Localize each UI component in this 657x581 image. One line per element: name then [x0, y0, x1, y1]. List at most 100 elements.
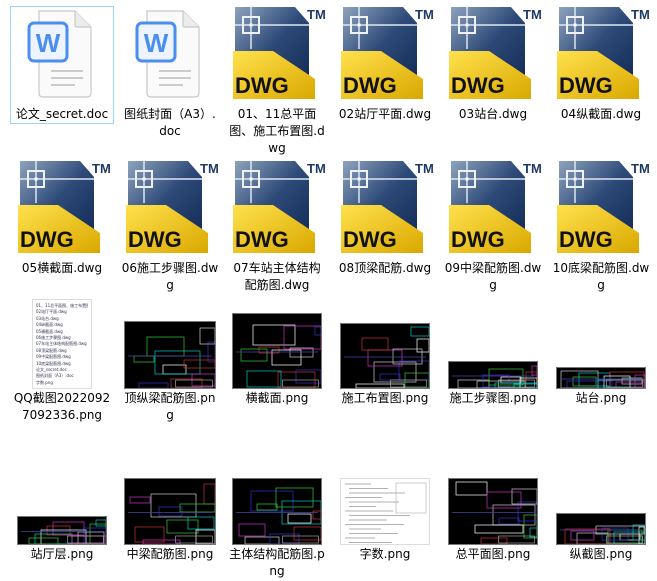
file-item[interactable]: DWG TM 10底梁配筋图.dwg [549, 158, 653, 295]
image-thumbnail [340, 323, 430, 389]
svg-text:DWG: DWG [128, 227, 182, 252]
file-item[interactable]: 主体结构配筋图.png [225, 468, 329, 581]
dwg-file-icon: DWG TM [341, 7, 434, 99]
file-name-label: 01、11总平面图、施工布置图.dwg [229, 107, 325, 155]
file-item[interactable]: DWG TM 07车站主体结构配筋图.dwg [225, 158, 329, 295]
cad-drawing-preview [21, 519, 107, 545]
file-name-label: 施工布置图.png [341, 391, 429, 405]
file-name-label: 06施工步骤图.dwg [121, 261, 219, 292]
thumbnail-list-entry: 字数.png [36, 379, 53, 385]
file-icon-area [119, 293, 221, 389]
file-item[interactable]: DWG TM 03站台.dwg [441, 6, 545, 124]
cad-drawing-preview [128, 327, 216, 389]
file-icon-area: 01、11总平面图、施工布置图.dwg02站厅平面.dwg03站台.dwg04纵… [11, 293, 113, 389]
file-name-label: QQ截图20220927092336.png [13, 391, 111, 422]
dwg-file-icon: DWG TM [18, 161, 111, 253]
dwg-file-icon: DWG TM [126, 161, 219, 253]
file-name-label: 03站台.dwg [458, 107, 528, 121]
file-icon-area [226, 293, 328, 389]
cad-drawing-preview [560, 524, 646, 545]
file-item[interactable]: 字数.png [333, 468, 437, 564]
file-item[interactable]: 施工布置图.png [333, 292, 437, 408]
svg-text:DWG: DWG [235, 73, 289, 98]
file-item[interactable]: 纵截图.png [549, 468, 653, 564]
image-thumbnail: 01、11总平面图、施工布置图.dwg02站厅平面.dwg03站台.dwg04纵… [32, 299, 92, 389]
cad-drawing-preview [236, 487, 322, 545]
file-name-label: 站厅层.png [30, 547, 94, 561]
file-item[interactable]: 横截面.png [225, 292, 329, 408]
cad-drawing-preview [452, 481, 538, 545]
file-item[interactable]: 顶纵梁配筋图.png [118, 292, 222, 425]
file-icon-area [334, 293, 436, 389]
file-icon-area: DWG TM [550, 159, 652, 259]
svg-text:TM: TM [415, 7, 433, 22]
file-item[interactable]: DWG TM 02站厅平面.dwg [333, 6, 437, 124]
file-icon-area [442, 293, 544, 389]
file-item[interactable]: DWG TM 01、11总平面图、施工布置图.dwg [225, 6, 329, 158]
file-icon-area: DWG TM [11, 159, 113, 259]
file-icon-area: W [119, 7, 221, 105]
dwg-file-icon: DWG TM [233, 161, 326, 253]
file-item[interactable]: DWG TM 06施工步骤图.dwg [118, 158, 222, 295]
cad-drawing-preview [236, 324, 322, 389]
file-icon-area: DWG TM [226, 7, 328, 105]
dwg-file-icon: DWG TM [557, 161, 650, 253]
file-item[interactable]: W 论文_secret.doc [10, 6, 114, 124]
dwg-file-icon: DWG TM [557, 7, 650, 99]
svg-text:DWG: DWG [235, 227, 289, 252]
svg-text:DWG: DWG [451, 227, 505, 252]
file-item[interactable]: 总平面图.png [441, 468, 545, 564]
file-name-label: 站台.png [575, 391, 627, 405]
file-icon-area: W [11, 7, 113, 105]
file-icon-area [11, 469, 113, 545]
file-name-label: 08顶梁配筋.dwg [338, 261, 432, 275]
svg-text:DWG: DWG [451, 73, 505, 98]
file-icon-area: DWG TM [550, 7, 652, 105]
thumbnail-list-entry: 07车站主体结构配筋图.dwg [36, 341, 87, 347]
svg-text:W: W [36, 28, 61, 58]
svg-text:TM: TM [523, 7, 541, 22]
svg-text:TM: TM [631, 161, 649, 176]
file-icon-area: DWG TM [442, 7, 544, 105]
file-item[interactable]: DWG TM 09中梁配筋图.dwg [441, 158, 545, 295]
file-name-label: 图纸封面（A3）.doc [124, 107, 216, 138]
image-thumbnail [556, 513, 646, 545]
file-item[interactable]: 01、11总平面图、施工布置图.dwg02站厅平面.dwg03站台.dwg04纵… [10, 292, 114, 425]
word-document-icon: W [135, 10, 200, 98]
image-thumbnail [232, 478, 322, 545]
file-name-label: 02站厅平面.dwg [338, 107, 432, 121]
file-icon-area [550, 469, 652, 545]
svg-text:DWG: DWG [20, 227, 74, 252]
svg-text:TM: TM [631, 7, 649, 22]
svg-text:DWG: DWG [559, 227, 613, 252]
image-thumbnail [17, 516, 107, 545]
image-thumbnail [232, 313, 322, 389]
file-name-label: 中梁配筋图.png [126, 547, 214, 561]
file-item[interactable]: 施工步骤图.png [441, 292, 545, 408]
file-item[interactable]: DWG TM 05横截面.dwg [10, 158, 114, 278]
file-item[interactable]: 中梁配筋图.png [118, 468, 222, 564]
svg-text:TM: TM [92, 161, 110, 176]
dwg-file-icon: DWG TM [341, 161, 434, 253]
file-item[interactable]: DWG TM 04纵截面.dwg [549, 6, 653, 124]
word-document-icon: W [27, 10, 92, 98]
file-name-label: 04纵截面.dwg [560, 107, 642, 121]
file-item[interactable]: DWG TM 08顶梁配筋.dwg [333, 158, 437, 278]
svg-text:DWG: DWG [343, 227, 397, 252]
file-item[interactable]: 站台.png [549, 292, 653, 408]
dwg-file-icon: DWG TM [449, 7, 542, 99]
file-item[interactable]: W 图纸封面（A3）.doc [118, 6, 222, 141]
svg-text:W: W [144, 28, 169, 58]
svg-text:DWG: DWG [343, 73, 397, 98]
file-name-label: 05横截面.dwg [21, 261, 103, 275]
svg-text:DWG: DWG [559, 73, 613, 98]
file-name-label: 字数.png [359, 547, 411, 561]
file-icon-area [226, 469, 328, 545]
file-item[interactable]: 站厅层.png [10, 468, 114, 564]
svg-text:TM: TM [307, 7, 325, 22]
svg-text:TM: TM [523, 161, 541, 176]
image-thumbnail [340, 478, 430, 545]
file-name-label: 09中梁配筋图.dwg [444, 261, 542, 292]
dwg-file-icon: DWG TM [233, 7, 326, 99]
file-icon-area [550, 293, 652, 389]
